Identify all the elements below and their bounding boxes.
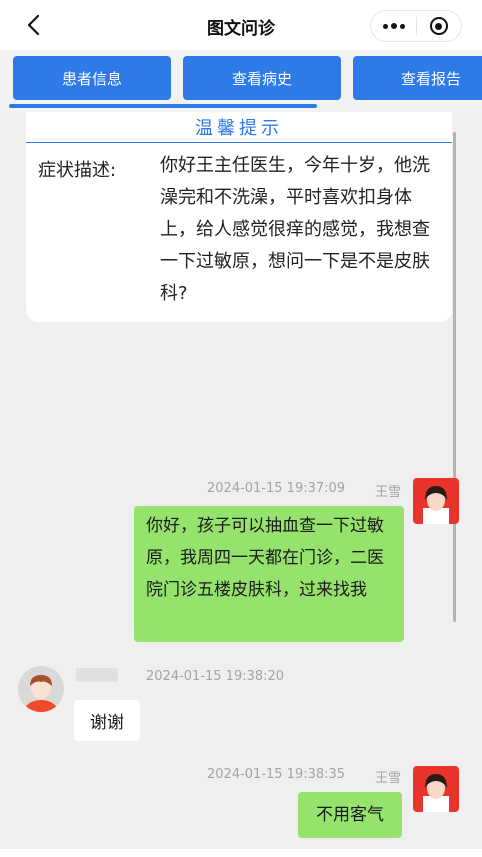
more-button[interactable] <box>371 11 416 41</box>
tab-medical-history[interactable]: 查看病史 <box>183 56 341 100</box>
more-dot <box>399 23 405 29</box>
more-dots-icon <box>382 23 388 29</box>
target-dot <box>435 22 443 30</box>
doctor-avatar[interactable] <box>413 478 459 524</box>
tip-card: 温馨提示 症状描述: 你好王主任医生，今年十岁，他洗澡完和不洗澡，平时喜欢扣身体… <box>26 112 452 322</box>
symptom-description: 你好王主任医生，今年十岁，他洗澡完和不洗澡，平时喜欢扣身体上，给人感觉很痒的感觉… <box>160 155 430 304</box>
message-time: 2024-01-15 19:37:09 <box>207 481 346 496</box>
mini-program-capsule <box>370 10 462 42</box>
doctor-avatar-icon <box>413 766 459 812</box>
message-bubble[interactable]: 你好，孩子可以抽血查一下过敏原，我周四一天都在门诊，二医院门诊五楼皮肤科，过来找… <box>134 506 404 642</box>
message-bubble[interactable]: 谢谢 <box>74 700 140 741</box>
target-close-icon <box>429 17 448 35</box>
symptom-label: 症状描述: <box>38 160 117 181</box>
tab-view-report[interactable]: 查看报告 <box>353 56 482 100</box>
chat-scrollbar[interactable] <box>453 132 456 622</box>
chat-area[interactable]: 温馨提示 症状描述: 你好王主任医生，今年十岁，他洗澡完和不洗澡，平时喜欢扣身体… <box>0 112 482 849</box>
tab-patient-info[interactable]: 患者信息 <box>13 56 171 100</box>
close-button[interactable] <box>417 11 461 41</box>
doctor-avatar[interactable] <box>413 766 459 812</box>
nav-bar: 图文问诊 <box>0 0 482 50</box>
patient-avatar-icon <box>18 666 64 712</box>
message-time: 2024-01-15 19:38:20 <box>146 669 285 684</box>
message-sender: 王雪 <box>375 485 402 500</box>
tab-bar: 患者信息 查看病史 查看报告 <box>0 50 482 112</box>
tip-divider <box>26 142 452 143</box>
message-time: 2024-01-15 19:38:35 <box>207 767 346 782</box>
tip-title: 温馨提示 <box>195 118 283 139</box>
message-sender: 王雪 <box>375 771 402 786</box>
more-dot <box>390 23 397 29</box>
patient-avatar[interactable] <box>18 666 64 712</box>
bottom-strip <box>0 849 482 857</box>
doctor-avatar-icon <box>413 478 459 524</box>
patient-name-redacted <box>76 668 118 682</box>
tab-scroll-indicator[interactable] <box>9 104 317 108</box>
message-bubble[interactable]: 不用客气 <box>298 792 402 838</box>
